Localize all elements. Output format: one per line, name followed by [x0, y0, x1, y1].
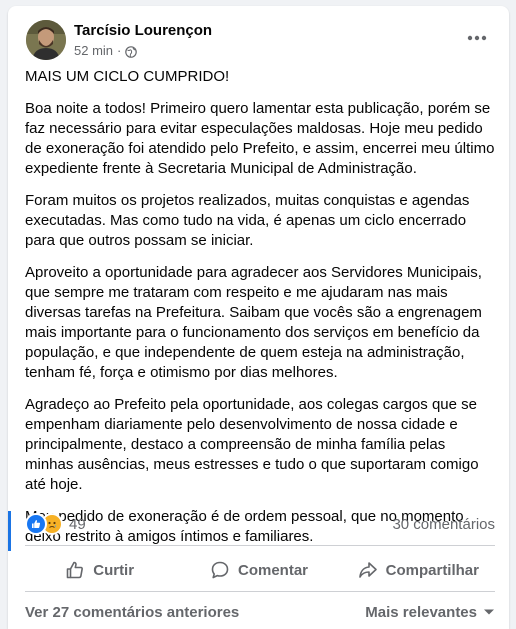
share-icon [358, 562, 377, 578]
avatar-image [26, 20, 66, 60]
author-block: Tarcísio Lourençon 52 min · [74, 21, 212, 59]
thumbs-up-icon [66, 561, 84, 579]
author-name[interactable]: Tarcísio Lourençon [74, 21, 212, 40]
post-paragraph: Boa noite a todos! Primeiro quero lament… [25, 100, 495, 177]
like-button[interactable]: Curtir [20, 552, 179, 588]
meta-separator: · [117, 43, 122, 58]
more-options-button[interactable] [459, 20, 495, 56]
reaction-count: 49 [69, 515, 86, 533]
post-text: MAIS UM CICLO CUMPRIDO! Boa noite a todo… [25, 67, 497, 559]
comment-button-label: Comentar [237, 561, 308, 579]
post-paragraph-title: MAIS UM CICLO CUMPRIDO! [25, 68, 230, 85]
comments-count[interactable]: 30 comentários [392, 516, 495, 533]
post-paragraph: Aproveito a oportunidade para agradecer … [25, 264, 482, 381]
comment-button[interactable]: Comentar [179, 552, 338, 588]
share-button[interactable]: Compartilhar [339, 552, 498, 588]
comment-sort-dropdown[interactable]: Mais relevantes [365, 604, 495, 621]
scroll-indicator [8, 511, 11, 551]
comment-sort-label: Mais relevantes [365, 603, 477, 621]
more-horizontal-icon [467, 35, 487, 41]
divider [25, 545, 495, 546]
post-meta: 52 min · [74, 42, 212, 59]
globe-icon[interactable] [125, 45, 138, 58]
post-paragraph: Foram muitos os projetos realizados, mui… [25, 192, 470, 249]
reactions-summary[interactable]: 49 [25, 513, 86, 535]
like-button-label: Curtir [93, 561, 135, 579]
reaction-icons [25, 513, 63, 535]
view-previous-comments-link[interactable]: Ver 27 comentários anteriores [25, 604, 239, 621]
post-card: Tarcísio Lourençon 52 min · MAIS UM CICL… [8, 6, 509, 629]
action-bar: Curtir Comentar Compartilhar [20, 552, 498, 588]
comment-icon [211, 561, 229, 579]
reactions-bar: 49 30 comentários [25, 512, 495, 536]
caret-down-icon [484, 609, 494, 615]
share-button-label: Compartilhar [385, 561, 479, 579]
post-paragraph: Agradeço ao Prefeito pela oportunidade, … [25, 396, 479, 493]
like-icon [25, 513, 47, 535]
avatar[interactable] [26, 20, 66, 60]
post-header: Tarcísio Lourençon 52 min · [26, 18, 212, 62]
post-time[interactable]: 52 min [74, 42, 113, 59]
divider [25, 591, 495, 592]
comments-footer: Ver 27 comentários anteriores Mais relev… [25, 600, 495, 624]
